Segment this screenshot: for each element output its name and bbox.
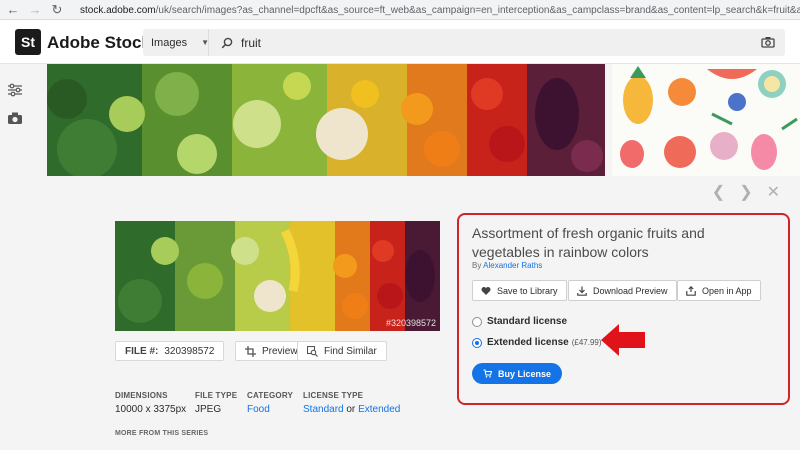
find-similar-label: Find Similar [324, 345, 377, 357]
category-label: CATEGORY [247, 391, 294, 400]
author-line: By Alexander Raths [472, 261, 542, 270]
fruit-illustration-image [612, 64, 800, 176]
save-to-library-label: Save to Library [497, 285, 558, 296]
camera-icon[interactable] [7, 111, 23, 125]
left-rail [0, 64, 30, 450]
standard-license-option[interactable]: Standard license [472, 316, 567, 327]
search-icon [221, 37, 233, 48]
file-number-label: FILE #: [125, 345, 159, 357]
red-arrow-annotation [601, 324, 645, 356]
file-type-label: FILE TYPE [195, 391, 238, 400]
license-type-label: LICENSE TYPE [303, 391, 364, 400]
search-bar: Images ▼ [143, 29, 785, 56]
dimensions-value: 10000 x 3375px [115, 404, 187, 415]
heart-icon [481, 286, 491, 295]
download-icon [577, 286, 587, 296]
file-number-chip: FILE #: 320398572 [115, 341, 225, 361]
search-input[interactable] [241, 35, 741, 50]
close-icon[interactable]: ✕ [767, 182, 780, 202]
asset-detail-panel: ❮ ❯ ✕ #320398572 FILE #: 320398572 Previ… [30, 176, 800, 450]
vegetables-preview [115, 221, 440, 331]
back-icon[interactable]: ← [4, 1, 22, 19]
license-or-text: or [346, 404, 356, 415]
forward-icon[interactable]: → [26, 1, 44, 19]
cart-icon [483, 369, 492, 378]
file-number-value: 320398572 [164, 345, 215, 357]
url-path: /uk/search/images?as_channel=dpcft&as_so… [155, 4, 800, 16]
download-preview-button[interactable]: Download Preview [568, 280, 677, 301]
standard-license-label: Standard license [487, 316, 568, 327]
asset-type-select[interactable]: Images ▼ [143, 29, 209, 56]
open-in-app-button[interactable]: Open in App [677, 280, 761, 301]
asset-preview-image[interactable]: #320398572 [115, 221, 440, 331]
extended-license-price: (£47.99) [571, 338, 602, 347]
buy-license-label: Buy License [498, 368, 552, 379]
url-domain: stock.adobe.com [80, 4, 156, 16]
camera-icon[interactable] [761, 36, 775, 48]
extended-license-label: Extended license [487, 337, 569, 348]
browser-toolbar: ← → ↻ stock.adobe.com/uk/search/images?a… [0, 0, 800, 20]
logo-text[interactable]: Adobe Stock [47, 33, 151, 53]
open-in-app-icon [686, 285, 696, 296]
address-bar[interactable]: stock.adobe.com/uk/search/images?as_chan… [74, 2, 800, 18]
by-prefix: By [472, 261, 482, 270]
asset-title: Assortment of fresh organic fruits and v… [472, 225, 705, 260]
standard-license-link[interactable]: Standard [303, 404, 344, 415]
app-header: St Adobe Stock Images ▼ [0, 20, 800, 64]
extended-license-link[interactable]: Extended [358, 404, 400, 415]
chevron-down-icon: ▼ [201, 38, 209, 47]
vegetables-image [47, 64, 605, 176]
chevron-left-icon[interactable]: ❮ [712, 182, 725, 202]
logo-badge[interactable]: St [15, 29, 41, 55]
author-link[interactable]: Alexander Raths [483, 261, 542, 270]
result-thumbnail-fruit-pattern[interactable] [612, 64, 800, 176]
extended-license-radio[interactable] [472, 337, 482, 348]
file-type-value: JPEG [195, 404, 222, 415]
standard-license-radio[interactable] [472, 316, 482, 327]
open-in-app-label: Open in App [702, 285, 752, 296]
asset-type-label: Images [151, 36, 188, 49]
buy-license-button[interactable]: Buy License [472, 363, 563, 384]
meta-license-type: LICENSE TYPE Standard or Extended [303, 391, 400, 415]
chevron-right-icon[interactable]: ❯ [739, 182, 752, 202]
dimensions-label: DIMENSIONS [115, 391, 168, 400]
download-preview-label: Download Preview [593, 285, 668, 296]
category-link[interactable]: Food [247, 404, 270, 415]
meta-category: CATEGORY Food [247, 391, 293, 415]
meta-file-type: FILE TYPE JPEG [195, 391, 237, 415]
find-similar-button[interactable]: Find Similar [297, 341, 387, 361]
meta-dimensions: DIMENSIONS 10000 x 3375px [115, 391, 186, 415]
filter-sliders-icon[interactable] [7, 83, 23, 97]
watermark-text: #320398572 [385, 318, 436, 328]
result-thumbnail-vegetables[interactable] [47, 64, 605, 176]
save-to-library-button[interactable]: Save to Library [472, 280, 567, 301]
reload-icon[interactable]: ↻ [48, 1, 66, 19]
extended-license-option[interactable]: Extended license (£47.99) [472, 337, 602, 348]
search-image-icon [307, 345, 318, 357]
crop-icon [245, 345, 256, 357]
more-from-series-heading: MORE FROM THIS SERIES [115, 430, 209, 437]
asset-info-box: Assortment of fresh organic fruits and v… [457, 213, 790, 405]
detail-nav: ❮ ❯ ✕ [712, 182, 780, 202]
